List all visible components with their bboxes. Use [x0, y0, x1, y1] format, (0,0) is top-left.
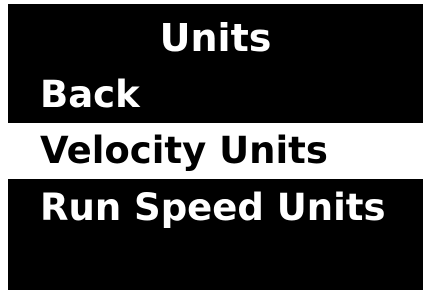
menu-item-back[interactable]: Back — [8, 67, 423, 123]
device-screen: Units Back Velocity Units Run Speed Unit… — [8, 4, 423, 290]
menu-item-velocity-units[interactable]: Velocity Units — [8, 123, 423, 179]
menu-title: Units — [159, 16, 272, 60]
menu-item-run-speed-units[interactable]: Run Speed Units — [8, 180, 423, 236]
